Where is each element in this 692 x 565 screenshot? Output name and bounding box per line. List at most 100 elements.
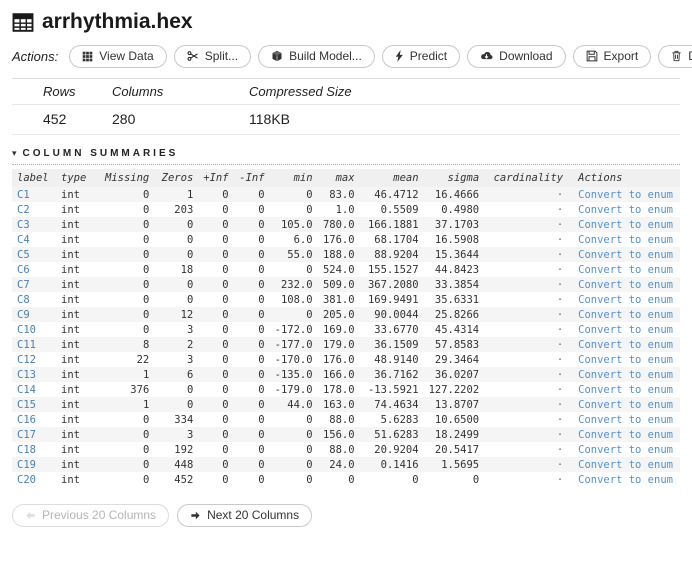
column-label-link[interactable]: C18 xyxy=(12,442,56,457)
column-label-link[interactable]: C15 xyxy=(12,397,56,412)
cell-pos_inf: 0 xyxy=(222,368,229,381)
convert-to-enum-link[interactable]: Convert to enum xyxy=(568,307,680,322)
convert-to-enum-link[interactable]: Convert to enum xyxy=(568,247,680,262)
caret-down-icon: ▾ xyxy=(12,148,17,158)
convert-to-enum-link[interactable]: Convert to enum xyxy=(568,277,680,292)
convert-to-enum-link[interactable]: Convert to enum xyxy=(568,442,680,457)
cell-missing: 0 xyxy=(142,233,150,246)
cell-min: 0 xyxy=(306,188,313,201)
column-label-link[interactable]: C1 xyxy=(12,187,56,202)
convert-to-enum-link[interactable]: Convert to enum xyxy=(568,217,680,232)
cell-zeros: 6 xyxy=(186,368,194,381)
table-icon xyxy=(12,12,34,32)
compressed-size-header: Compressed Size xyxy=(241,79,680,105)
column-header-sigma: sigma xyxy=(423,169,485,187)
table-row: C3 int 0 0 0 0 105.0 780.0 166.1881 37.1703 · Conve… xyxy=(12,217,680,232)
column-header-min: min xyxy=(269,169,318,187)
column-label-link[interactable]: C17 xyxy=(12,427,56,442)
cell-cardinality: · xyxy=(556,443,564,456)
column-header-zeros: Zeros xyxy=(154,169,199,187)
convert-to-enum-link[interactable]: Convert to enum xyxy=(568,412,680,427)
column-label-link[interactable]: C19 xyxy=(12,457,56,472)
cell-pos_inf: 0 xyxy=(222,293,229,306)
column-label-link[interactable]: C13 xyxy=(12,367,56,382)
convert-to-enum-link[interactable]: Convert to enum xyxy=(568,322,680,337)
column-summaries-table: label type Missing Zeros +Inf -Inf min max mean s… xyxy=(12,169,680,487)
cell-mean: -13.5921 xyxy=(367,383,419,396)
column-label-link[interactable]: C12 xyxy=(12,352,56,367)
column-label-link[interactable]: C3 xyxy=(12,217,56,232)
convert-to-enum-link[interactable]: Convert to enum xyxy=(568,427,680,442)
column-label-link[interactable]: C16 xyxy=(12,412,56,427)
cell-neg_inf: 0 xyxy=(258,323,265,336)
convert-to-enum-link[interactable]: Convert to enum xyxy=(568,382,680,397)
cell-sigma: 0 xyxy=(472,473,480,486)
split-button[interactable]: Split... xyxy=(173,45,252,68)
cell-missing: 376 xyxy=(130,383,150,396)
column-label-link[interactable]: C11 xyxy=(12,337,56,352)
cell-max: 88.0 xyxy=(329,443,355,456)
cell-max: 83.0 xyxy=(329,188,355,201)
build-model-button[interactable]: Build Model... xyxy=(258,45,375,68)
column-label-link[interactable]: C20 xyxy=(12,472,56,487)
download-button[interactable]: Download xyxy=(467,45,566,68)
cell-pos_inf: 0 xyxy=(222,443,229,456)
cell-cardinality: · xyxy=(556,278,564,291)
cell-mean: 36.7162 xyxy=(374,368,419,381)
convert-to-enum-link[interactable]: Convert to enum xyxy=(568,232,680,247)
convert-to-enum-link[interactable]: Convert to enum xyxy=(568,457,680,472)
table-row: C18 int 0 192 0 0 0 88.0 20.9204 20.5417 · Convert … xyxy=(12,442,680,457)
convert-to-enum-link[interactable]: Convert to enum xyxy=(568,187,680,202)
cell-max: 524.0 xyxy=(322,263,355,276)
convert-to-enum-link[interactable]: Convert to enum xyxy=(568,292,680,307)
column-label-link[interactable]: C5 xyxy=(12,247,56,262)
cell-min: -135.0 xyxy=(274,368,313,381)
next-20-columns-button[interactable]: Next 20 Columns xyxy=(177,504,313,527)
page-title: arrhythmia.hex xyxy=(12,10,680,34)
cell-pos_inf: 0 xyxy=(222,323,229,336)
column-label-link[interactable]: C9 xyxy=(12,307,56,322)
column-header-actions: Actions xyxy=(568,169,680,187)
cell-sigma: 57.8583 xyxy=(434,338,480,351)
column-label-link[interactable]: C2 xyxy=(12,202,56,217)
convert-to-enum-link[interactable]: Convert to enum xyxy=(568,397,680,412)
cell-mean: 74.4634 xyxy=(374,398,419,411)
convert-to-enum-link[interactable]: Convert to enum xyxy=(568,202,680,217)
column-label-link[interactable]: C6 xyxy=(12,262,56,277)
convert-to-enum-link[interactable]: Convert to enum xyxy=(568,352,680,367)
cell-max: 176.0 xyxy=(322,233,355,246)
column-label-link[interactable]: C4 xyxy=(12,232,56,247)
cell-zeros: 0 xyxy=(186,398,194,411)
grid-icon xyxy=(82,51,93,62)
column-label-link[interactable]: C14 xyxy=(12,382,56,397)
cell-mean: 166.1881 xyxy=(367,218,419,231)
cell-type: int xyxy=(61,353,80,366)
column-header-type: type xyxy=(56,169,100,187)
export-button[interactable]: Export xyxy=(572,45,652,68)
cell-missing: 0 xyxy=(142,263,150,276)
column-label-link[interactable]: C10 xyxy=(12,322,56,337)
convert-to-enum-link[interactable]: Convert to enum xyxy=(568,337,680,352)
predict-button[interactable]: Predict xyxy=(381,45,461,68)
cell-zeros: 0 xyxy=(186,278,194,291)
columns-header: Columns xyxy=(104,79,241,105)
column-label-link[interactable]: C7 xyxy=(12,277,56,292)
column-label-link[interactable]: C8 xyxy=(12,292,56,307)
predict-label: Predict xyxy=(409,49,448,63)
cell-pos_inf: 0 xyxy=(222,188,229,201)
view-data-label: View Data xyxy=(99,49,154,63)
column-summaries-section-header[interactable]: ▾ COLUMN SUMMARIES xyxy=(12,148,680,165)
cell-type: int xyxy=(61,233,80,246)
view-data-button[interactable]: View Data xyxy=(69,45,167,68)
cell-missing: 0 xyxy=(142,323,150,336)
table-row: C11 int 8 2 0 0 -177.0 179.0 36.1509 57.8583 · Conv… xyxy=(12,337,680,352)
cell-missing: 0 xyxy=(142,278,150,291)
cell-neg_inf: 0 xyxy=(258,473,265,486)
convert-to-enum-link[interactable]: Convert to enum xyxy=(568,262,680,277)
previous-20-columns-button[interactable]: Previous 20 Columns xyxy=(12,504,170,527)
table-row: C10 int 0 3 0 0 -172.0 169.0 33.6770 45.4314 · Conv… xyxy=(12,322,680,337)
convert-to-enum-link[interactable]: Convert to enum xyxy=(568,472,680,487)
delete-button[interactable]: Delete xyxy=(658,45,692,68)
convert-to-enum-link[interactable]: Convert to enum xyxy=(568,367,680,382)
cell-cardinality: · xyxy=(556,413,564,426)
